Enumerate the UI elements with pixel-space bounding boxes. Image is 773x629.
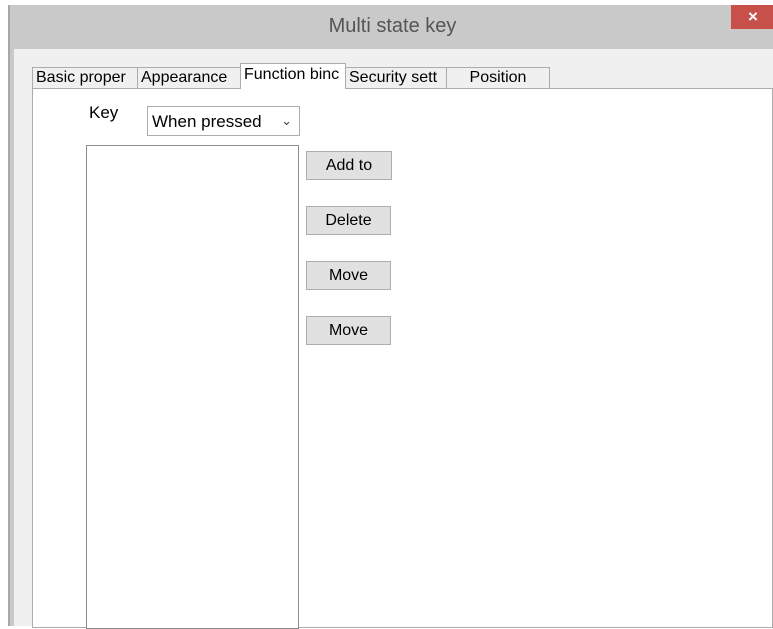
- delete-button[interactable]: Delete: [306, 206, 391, 235]
- tab-basic-properties[interactable]: Basic proper: [32, 67, 138, 89]
- move-down-button[interactable]: Move: [306, 316, 391, 345]
- tab-function-binding[interactable]: Function binc: [240, 63, 346, 89]
- trigger-select[interactable]: When pressed ⌄: [147, 106, 300, 136]
- add-button[interactable]: Add to: [306, 151, 392, 180]
- key-label: Key: [89, 103, 119, 122]
- dialog-body: Basic proper Appearance Function binc Se…: [14, 49, 773, 629]
- tab-position[interactable]: Position: [446, 67, 550, 89]
- function-binding-panel: Key When pressed ⌄ Add to Delete Move Mo…: [32, 88, 773, 629]
- close-icon: ×: [748, 7, 758, 26]
- tab-appearance[interactable]: Appearance: [137, 67, 241, 89]
- tab-strip: Basic proper Appearance Function binc Se…: [32, 63, 550, 89]
- window-title: Multi state key: [328, 15, 457, 37]
- move-up-button[interactable]: Move: [306, 261, 391, 290]
- title-bar[interactable]: Multi state key ×: [10, 5, 773, 49]
- dialog-window: Multi state key × Basic proper Appearanc…: [8, 5, 773, 629]
- tab-security-settings[interactable]: Security sett: [345, 67, 447, 89]
- close-button[interactable]: ×: [731, 5, 773, 29]
- chevron-down-icon: ⌄: [281, 113, 292, 128]
- trigger-select-value: When pressed: [152, 112, 262, 131]
- bound-functions-list[interactable]: [86, 145, 299, 629]
